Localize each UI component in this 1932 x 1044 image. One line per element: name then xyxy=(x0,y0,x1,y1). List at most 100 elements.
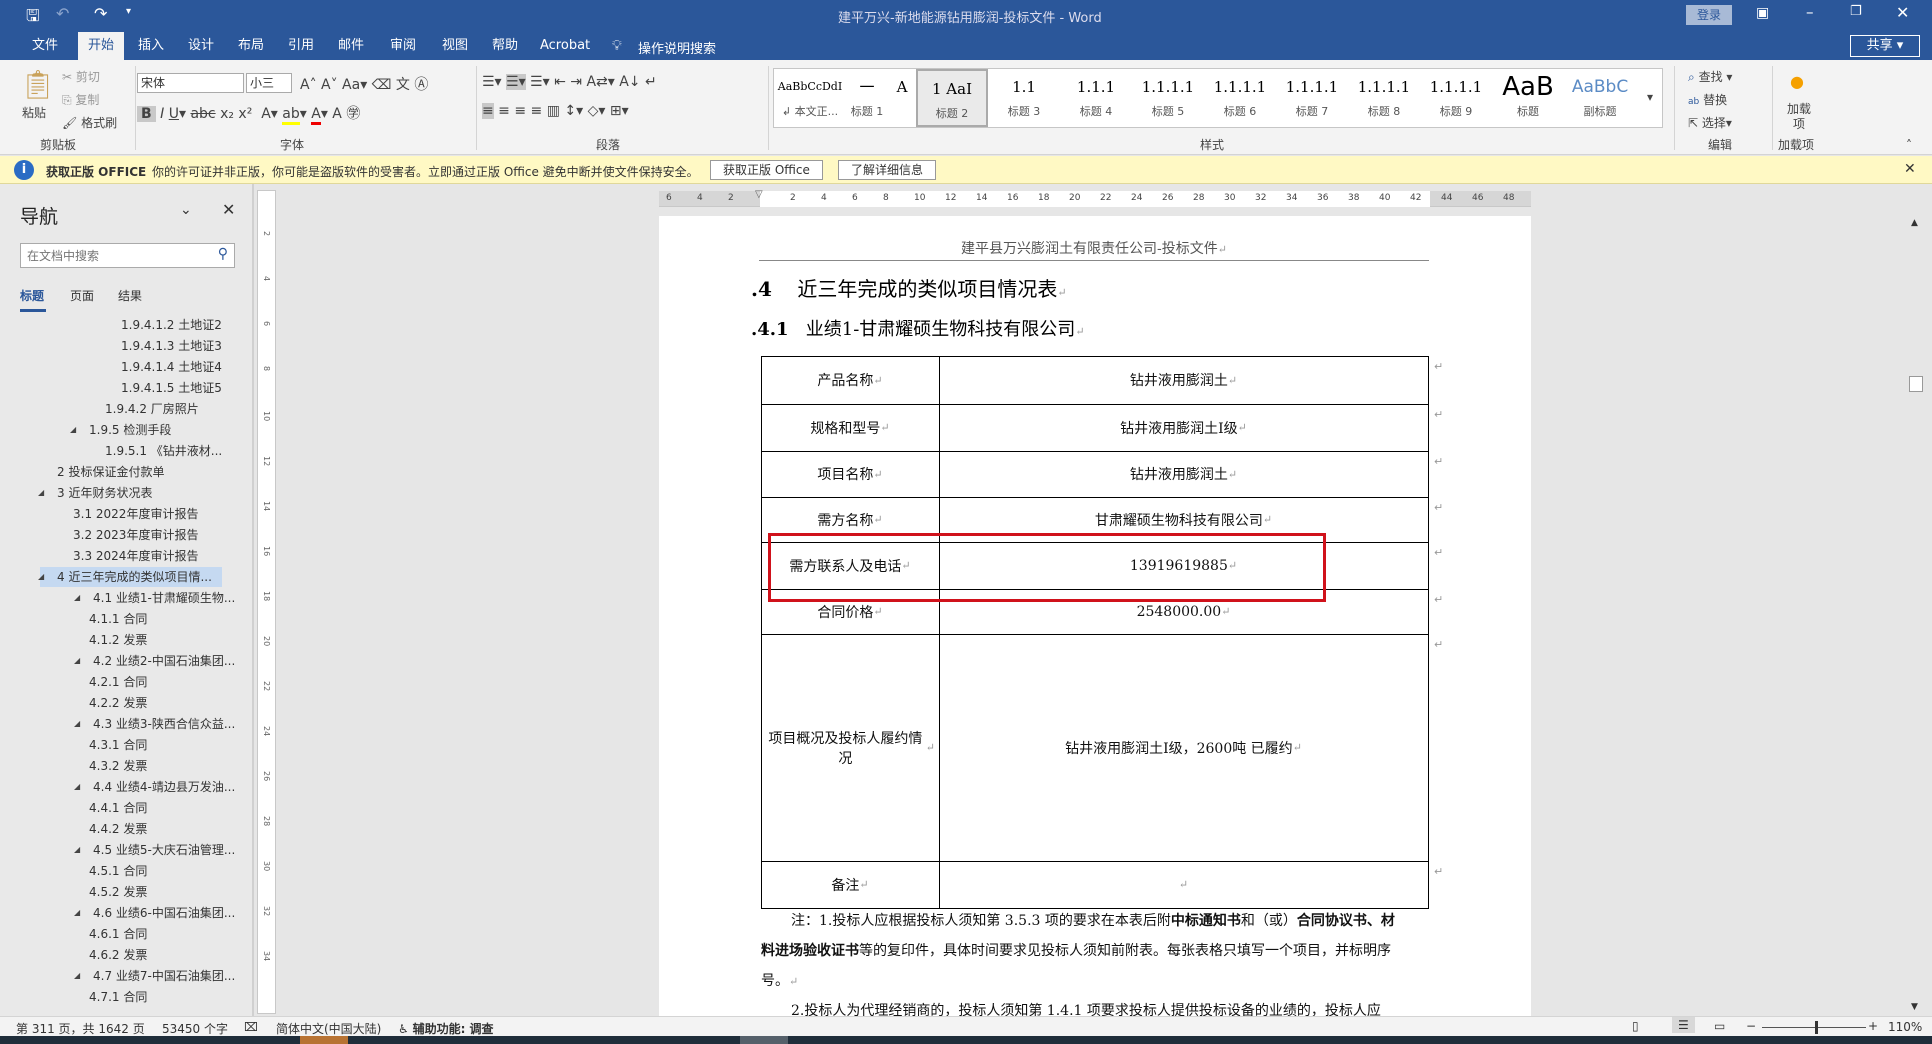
language[interactable]: 简体中文(中国大陆) xyxy=(276,1020,381,1037)
nav-item[interactable]: 4.4.2 发票 xyxy=(85,819,147,839)
nav-item[interactable]: 1.9.4.1.2 土地证2 xyxy=(117,315,222,335)
nav-item[interactable]: 1.9.5.1 《钻井液材... xyxy=(101,441,222,461)
style-2[interactable]: A xyxy=(888,69,916,127)
nav-item[interactable]: 4.2.2 发票 xyxy=(85,693,147,713)
nav-item[interactable]: 4 近三年完成的类似项目情... xyxy=(40,567,222,587)
nav-item[interactable]: 4.7 业绩7-中国石油集团... xyxy=(89,966,235,986)
nav-item[interactable]: 1.9.4.1.4 土地证4 xyxy=(117,357,222,377)
styles-more-icon[interactable]: ▾ xyxy=(1647,90,1653,104)
nav-search-input[interactable] xyxy=(21,244,201,267)
redo-icon[interactable]: ↷ xyxy=(94,4,107,23)
expand-triangle-icon[interactable]: ◢ xyxy=(74,908,80,917)
tab-8[interactable]: 视图 xyxy=(432,32,478,60)
collapse-ribbon-icon[interactable]: ˄ xyxy=(1906,138,1912,152)
nav-item[interactable]: 1.9.4.2 厂房照片 xyxy=(101,399,199,419)
print-layout-icon[interactable]: ☰ xyxy=(1672,1017,1695,1033)
font-size-select[interactable]: 小三 xyxy=(246,73,292,93)
nav-item[interactable]: 4.2 业绩2-中国石油集团... xyxy=(89,651,235,671)
paste-button[interactable]: 粘贴 xyxy=(22,104,46,121)
learn-more-button[interactable]: 了解详细信息 xyxy=(838,160,937,180)
nav-item[interactable]: 3.3 2024年度审计报告 xyxy=(69,546,198,566)
nav-item[interactable]: 4.6 业绩6-中国石油集团... xyxy=(89,903,235,923)
nav-item[interactable]: 4.2.1 合同 xyxy=(85,672,147,692)
cut-button[interactable]: ✂ 剪切 xyxy=(62,68,100,85)
word-count[interactable]: 53450 个字 xyxy=(162,1020,228,1037)
web-layout-icon[interactable]: ▭ xyxy=(1714,1019,1725,1033)
style-1[interactable]: 一标题 1 xyxy=(846,69,888,127)
font-name-select[interactable]: 宋体 xyxy=(137,73,244,93)
nav-item[interactable]: 2 投标保证金付款单 xyxy=(53,462,164,482)
tab-2[interactable]: 插入 xyxy=(128,32,174,60)
nav-tab-0[interactable]: 标题 xyxy=(20,287,44,304)
nav-options-icon[interactable]: ⌄ xyxy=(180,202,192,218)
font-grow-icon[interactable]: A˄ A˅ Aa▾ ⌫ 文 Ⓐ xyxy=(300,74,428,94)
style-4[interactable]: 1.1 标题 3 xyxy=(988,69,1060,127)
nav-item[interactable]: 4.5.1 合同 xyxy=(85,861,147,881)
style-0[interactable]: AaBbCcDdI ↲ 本文正... xyxy=(774,69,846,127)
expand-triangle-icon[interactable]: ◢ xyxy=(74,971,80,980)
tab-3[interactable]: 设计 xyxy=(178,32,224,60)
login-button[interactable]: 登录 xyxy=(1686,5,1732,25)
nav-tab-2[interactable]: 结果 xyxy=(118,287,142,304)
ribbon-display-icon[interactable]: ▣ xyxy=(1756,5,1769,21)
table-value-cell[interactable]: ↵ xyxy=(939,861,1428,908)
font-format-buttons[interactable]: B I U▾ abc x₂ x² A▾ ab▾ A▾ A ㊫ xyxy=(137,103,360,125)
tab-10[interactable]: Acrobat xyxy=(530,32,600,60)
nav-item[interactable]: 4.6.2 发票 xyxy=(85,945,147,965)
close-message-icon[interactable]: ✕ xyxy=(1904,161,1916,177)
style-11[interactable]: AaB 标题 xyxy=(1492,69,1564,127)
nav-item[interactable]: 1.9.5 检测手段 xyxy=(85,420,171,440)
nav-item[interactable]: 4.1.2 发票 xyxy=(85,630,147,650)
format-painter-button[interactable]: 🖌︎ 格式刷 xyxy=(62,114,117,131)
paste-icon[interactable]: 📋︎ xyxy=(20,68,56,101)
share-button[interactable]: 共享 ▾ xyxy=(1850,35,1920,57)
zoom-level[interactable]: 110% xyxy=(1888,1020,1922,1034)
restore-icon[interactable]: ❐ xyxy=(1850,4,1862,19)
replace-button[interactable]: ab 替换 xyxy=(1688,91,1727,108)
tab-7[interactable]: 审阅 xyxy=(380,32,426,60)
minimize-icon[interactable]: – xyxy=(1806,3,1814,21)
nav-search-box[interactable]: ⚲ xyxy=(20,243,235,268)
expand-triangle-icon[interactable]: ◢ xyxy=(74,719,80,728)
nav-item[interactable]: 4.7.1 合同 xyxy=(85,987,147,1007)
style-5[interactable]: 1.1.1 标题 4 xyxy=(1060,69,1132,127)
zoom-in-button[interactable]: + xyxy=(1868,1019,1878,1033)
table-value-cell[interactable]: 钻井液用膨润土Ⅰ级，2600吨 已履约 ↵ xyxy=(939,634,1428,861)
scroll-thumb[interactable] xyxy=(1909,376,1923,392)
addins-icon[interactable]: ● xyxy=(1790,72,1804,91)
nav-item[interactable]: 4.5 业绩5-大庆石油管理... xyxy=(89,840,235,860)
addins-button[interactable]: 加载项 xyxy=(1786,102,1812,132)
nav-item[interactable]: 1.9.4.1.5 土地证5 xyxy=(117,378,222,398)
expand-triangle-icon[interactable]: ◢ xyxy=(70,425,76,434)
table-value-cell[interactable]: 钻井液用膨润土 ↵ xyxy=(939,356,1428,404)
customize-qat-icon[interactable]: ▾ xyxy=(126,6,131,17)
style-8[interactable]: 1.1.1.1 标题 7 xyxy=(1276,69,1348,127)
nav-item[interactable]: 4.4 业绩4-靖边县万发油... xyxy=(89,777,235,797)
get-genuine-office-button[interactable]: 获取正版 Office xyxy=(710,160,823,180)
list-buttons[interactable]: ☰▾ ☰▾ ☰▾ ⇤ ⇥ A⇄▾ A↓ ↵ xyxy=(482,74,657,90)
align-buttons[interactable]: ≡ ≡ ≡ ≡ ▥ ↕▾ ◇▾ ⊞▾ xyxy=(482,103,629,119)
accessibility-status[interactable]: ♿︎ 辅助功能: 调查 xyxy=(398,1020,494,1037)
nav-item[interactable]: 3.2 2023年度审计报告 xyxy=(69,525,198,545)
tab-1[interactable]: 开始 xyxy=(78,32,125,60)
find-button[interactable]: ⌕ 查找 ▾ xyxy=(1688,68,1732,85)
search-icon[interactable]: ⚲ xyxy=(218,246,228,262)
nav-item[interactable]: 4.3.2 发票 xyxy=(85,756,147,776)
indent-marker-icon[interactable]: ▽ xyxy=(755,189,763,200)
style-7[interactable]: 1.1.1.1 标题 6 xyxy=(1204,69,1276,127)
read-mode-icon[interactable]: ▯ xyxy=(1632,1019,1639,1033)
table-value-cell[interactable]: 钻井液用膨润土Ⅰ级 ↵ xyxy=(939,404,1428,451)
nav-item[interactable]: 3.1 2022年度审计报告 xyxy=(69,504,198,524)
expand-triangle-icon[interactable]: ◢ xyxy=(74,782,80,791)
expand-triangle-icon[interactable]: ◢ xyxy=(38,572,44,581)
nav-item[interactable]: 4.3.1 合同 xyxy=(85,735,147,755)
close-icon[interactable]: ✕ xyxy=(1896,3,1909,22)
nav-close-icon[interactable]: ✕ xyxy=(222,200,235,219)
taskbar-app[interactable] xyxy=(740,1036,788,1044)
style-9[interactable]: 1.1.1.1 标题 8 xyxy=(1348,69,1420,127)
nav-item[interactable]: 1.9.4.1.3 土地证3 xyxy=(117,336,222,356)
tab-9[interactable]: 帮助 xyxy=(482,32,528,60)
nav-item[interactable]: 4.1.1 合同 xyxy=(85,609,147,629)
nav-tab-1[interactable]: 页面 xyxy=(70,287,94,304)
style-10[interactable]: 1.1.1.1 标题 9 xyxy=(1420,69,1492,127)
